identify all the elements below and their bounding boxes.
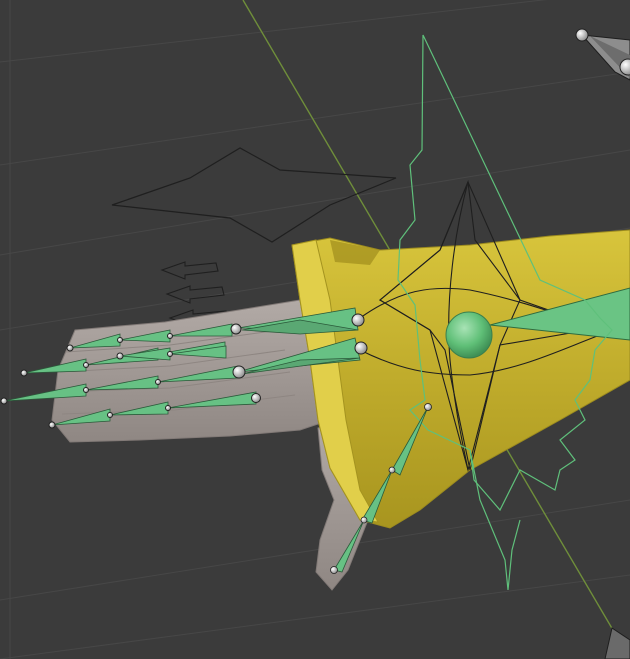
- lower-bone-tip[interactable]: [604, 627, 630, 659]
- viewport-scene[interactable]: [0, 0, 630, 659]
- finger-joint[interactable]: [83, 387, 89, 393]
- 3d-viewport[interactable]: [0, 0, 630, 659]
- finger-joint[interactable]: [107, 412, 113, 418]
- finger-joint[interactable]: [155, 379, 161, 385]
- finger-joint[interactable]: [66, 344, 74, 352]
- finger-joint[interactable]: [167, 333, 173, 339]
- finger-joint[interactable]: [0, 397, 8, 405]
- finger-joint[interactable]: [116, 352, 124, 360]
- finger-joint[interactable]: [165, 405, 171, 411]
- palm-control-shape[interactable]: [111, 147, 397, 243]
- finger-joint[interactable]: [167, 351, 173, 357]
- finger-joint[interactable]: [48, 421, 56, 429]
- sleeve-mesh[interactable]: [291, 229, 630, 529]
- finger-joint[interactable]: [20, 369, 28, 377]
- finger-joint[interactable]: [117, 337, 123, 343]
- shoulder-bone[interactable]: [575, 28, 630, 81]
- finger-joint[interactable]: [83, 362, 89, 368]
- arm-bend-curve-lower: [469, 449, 521, 591]
- finger-bone[interactable]: [23, 358, 87, 374]
